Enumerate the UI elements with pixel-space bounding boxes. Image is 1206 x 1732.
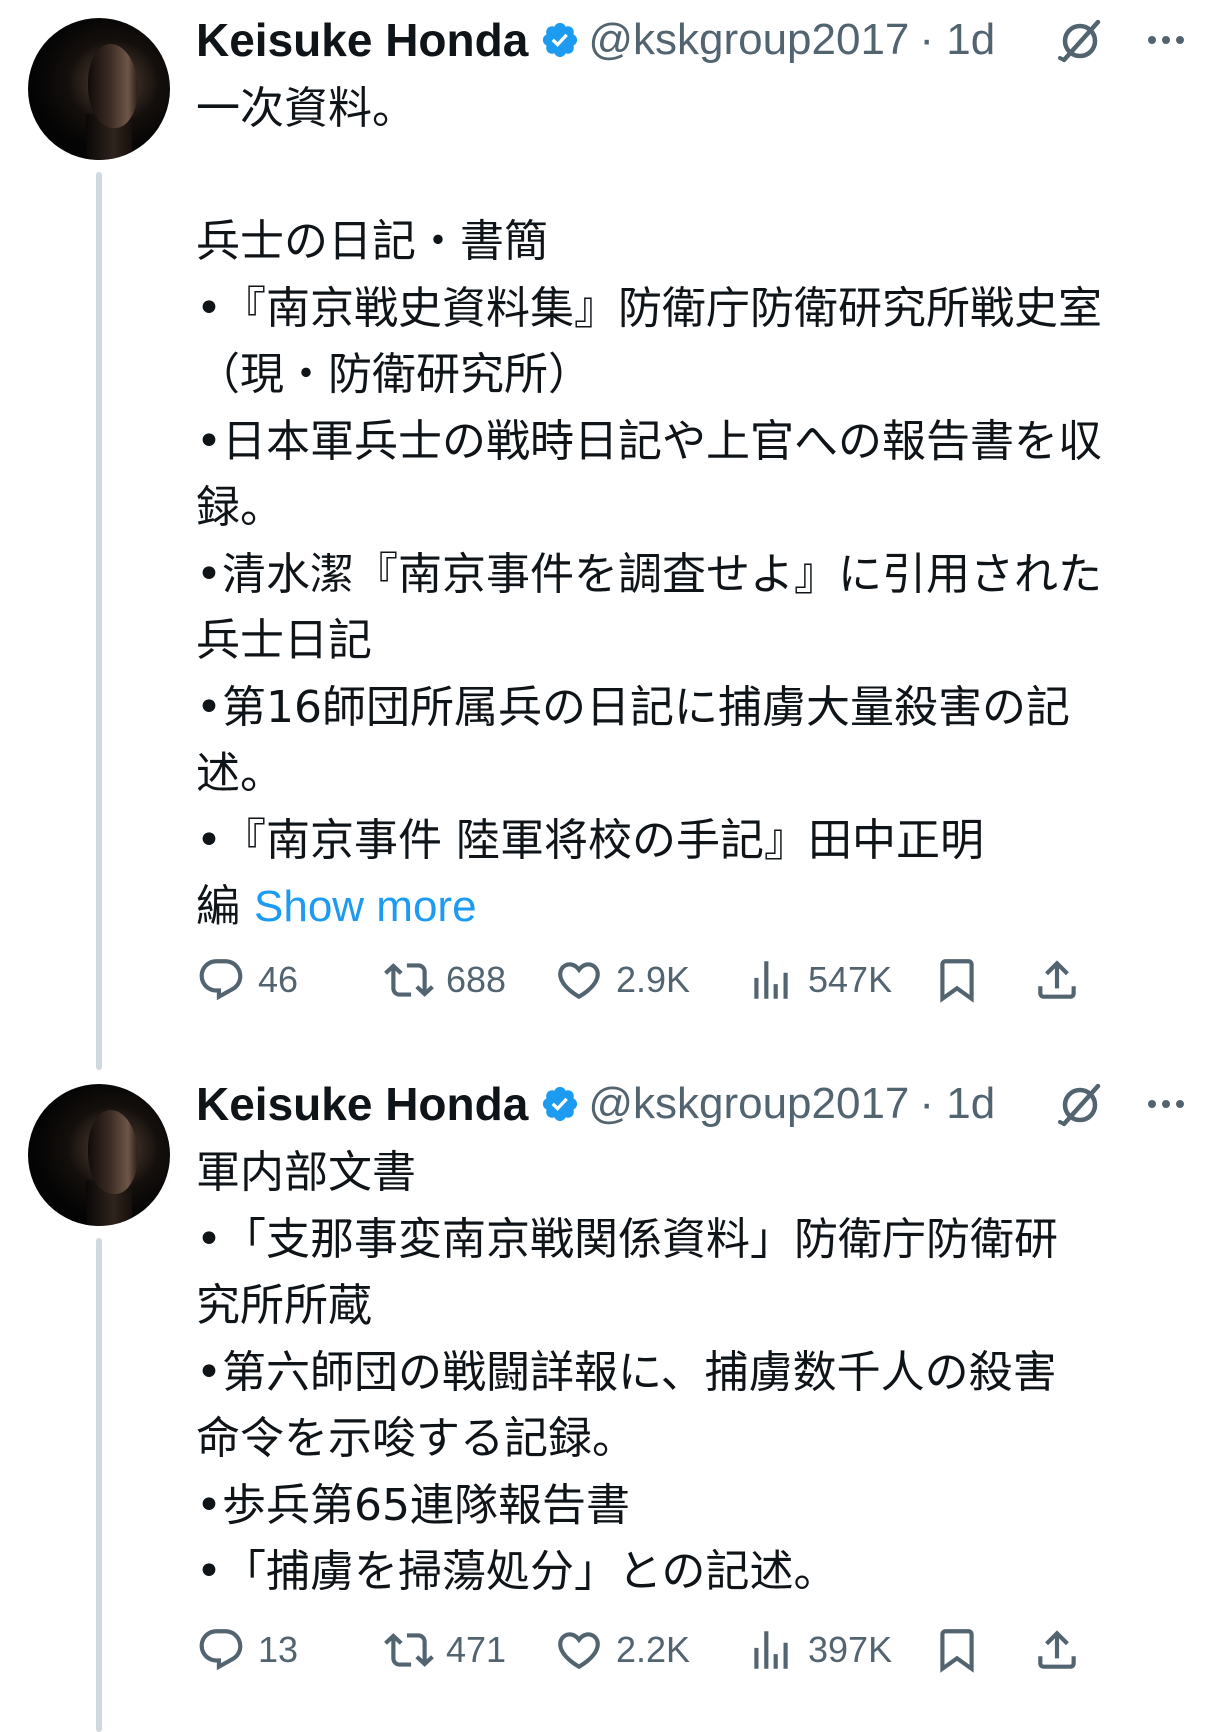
views-icon bbox=[754, 1631, 788, 1669]
tweet-text: 一次資料。 兵士の日記・書簡 •『南京戦史資料集』防衛庁防衛研究所戦史室 （現・… bbox=[196, 76, 1186, 941]
avatar[interactable] bbox=[28, 1084, 170, 1226]
tweet-line: •第16師団所属兵の日記に捕虜大量殺害の記 bbox=[196, 681, 1070, 733]
reply-count: 13 bbox=[258, 1629, 299, 1670]
author-handle[interactable]: @kskgroup2017 bbox=[588, 15, 909, 65]
tweet-time[interactable]: · 1d bbox=[919, 15, 995, 65]
tweet-line: 録。 bbox=[196, 482, 284, 533]
repost-icon bbox=[384, 963, 434, 997]
repost-button[interactable]: 688 bbox=[384, 950, 506, 1010]
share-button[interactable] bbox=[1032, 1620, 1082, 1680]
reply-icon bbox=[199, 1629, 243, 1671]
bookmark-icon bbox=[940, 1629, 974, 1673]
reply-button[interactable]: 46 bbox=[196, 950, 298, 1010]
tweet-header: Keisuke Honda @kskgroup2017 · 1d bbox=[196, 10, 1186, 70]
repost-icon bbox=[384, 1633, 434, 1667]
tweet-line: •歩兵第65連隊報告書 bbox=[196, 1479, 630, 1531]
tweet-line: 一次資料。 bbox=[196, 83, 416, 134]
tweet-line: •清水潔『南京事件を調査せよ』に引用された bbox=[196, 548, 1102, 600]
verified-badge-icon bbox=[543, 22, 578, 58]
like-button[interactable]: 2.9K bbox=[554, 950, 690, 1010]
like-count: 2.9K bbox=[616, 959, 691, 1000]
tweet-line: •『南京事件 陸軍将校の手記』田中正明 bbox=[196, 814, 984, 866]
tweet-line: 兵士の日記・書簡 bbox=[196, 216, 548, 267]
show-more-link[interactable]: Show more bbox=[254, 882, 477, 931]
tweet-line: •第六師団の戦闘詳報に、捕虜数千人の殺害 bbox=[196, 1346, 1057, 1398]
repost-count: 471 bbox=[446, 1629, 507, 1670]
author-name[interactable]: Keisuke Honda bbox=[196, 1077, 528, 1131]
bookmark-button[interactable] bbox=[932, 1620, 982, 1680]
more-icon[interactable] bbox=[1144, 20, 1188, 60]
reply-icon bbox=[199, 959, 243, 1001]
grok-icon[interactable] bbox=[1056, 16, 1104, 64]
bookmark-icon bbox=[940, 959, 974, 1003]
reply-button[interactable]: 13 bbox=[196, 1620, 298, 1680]
tweet-line: •「支那事変南京戦関係資料」防衛庁防衛研 bbox=[196, 1213, 1058, 1265]
tweet-line: 究所所蔵 bbox=[196, 1280, 372, 1331]
tweet[interactable]: Keisuke Honda @kskgroup2017 · 1d 軍内部文書 •… bbox=[0, 1064, 1206, 1732]
views-icon bbox=[754, 961, 788, 999]
tweet-line: （現・防衛研究所） bbox=[196, 349, 592, 400]
more-icon[interactable] bbox=[1144, 1084, 1188, 1124]
tweet-line bbox=[196, 143, 1186, 210]
tweet-text: 軍内部文書 •「支那事変南京戦関係資料」防衛庁防衛研 究所所蔵 •第六師団の戦闘… bbox=[196, 1140, 1186, 1606]
tweet-line: 兵士日記 bbox=[196, 615, 372, 666]
grok-icon[interactable] bbox=[1056, 1080, 1104, 1128]
tweet[interactable]: Keisuke Honda @kskgroup2017 · 1d 一次資料。 兵… bbox=[0, 0, 1206, 1060]
tweet-line: 軍内部文書 bbox=[196, 1147, 416, 1198]
tweet-line: 命令を示唆する記録。 bbox=[196, 1413, 636, 1464]
tweet-line: •「捕虜を掃蕩処分」との記述。 bbox=[196, 1546, 838, 1597]
views-count: 397K bbox=[808, 1629, 893, 1670]
bookmark-button[interactable] bbox=[932, 950, 982, 1010]
views-count: 547K bbox=[808, 959, 893, 1000]
tweet-line: •日本軍兵士の戦時日記や上官への報告書を収 bbox=[196, 415, 1102, 467]
repost-button[interactable]: 471 bbox=[384, 1620, 506, 1680]
tweet-line: 述。 bbox=[196, 748, 284, 799]
author-name[interactable]: Keisuke Honda bbox=[196, 13, 528, 67]
share-icon bbox=[1038, 960, 1076, 999]
action-bar: 46 688 2.9K 547K bbox=[196, 950, 1186, 1010]
views-button[interactable]: 397K bbox=[746, 1620, 892, 1680]
tweet-header: Keisuke Honda @kskgroup2017 · 1d bbox=[196, 1074, 1186, 1134]
tweet-line-last: 編 Show more bbox=[196, 874, 1186, 941]
views-button[interactable]: 547K bbox=[746, 950, 892, 1010]
like-icon bbox=[558, 1632, 600, 1670]
avatar[interactable] bbox=[28, 18, 170, 160]
action-bar: 13 471 2.2K 397K bbox=[196, 1620, 1186, 1680]
like-count: 2.2K bbox=[616, 1629, 691, 1670]
share-icon bbox=[1038, 1630, 1076, 1669]
author-handle[interactable]: @kskgroup2017 bbox=[588, 1079, 909, 1129]
repost-count: 688 bbox=[446, 959, 507, 1000]
like-icon bbox=[558, 962, 600, 1000]
tweet-line: 編 bbox=[196, 881, 240, 932]
reply-count: 46 bbox=[258, 959, 299, 1000]
share-button[interactable] bbox=[1032, 950, 1082, 1010]
verified-badge-icon bbox=[543, 1086, 578, 1122]
like-button[interactable]: 2.2K bbox=[554, 1620, 690, 1680]
tweet-time[interactable]: · 1d bbox=[919, 1079, 995, 1129]
tweet-line: •『南京戦史資料集』防衛庁防衛研究所戦史室 bbox=[196, 282, 1102, 334]
